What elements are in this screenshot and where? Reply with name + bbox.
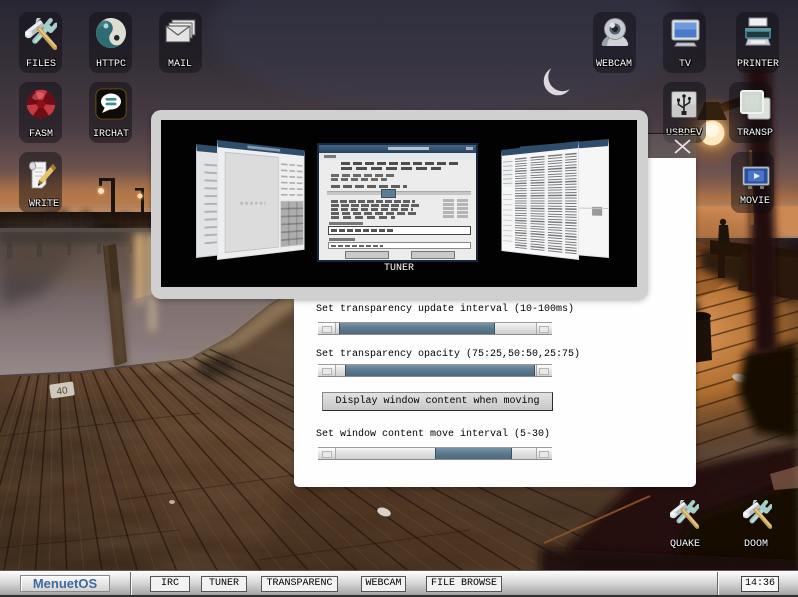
svg-text:40: 40: [56, 385, 69, 398]
